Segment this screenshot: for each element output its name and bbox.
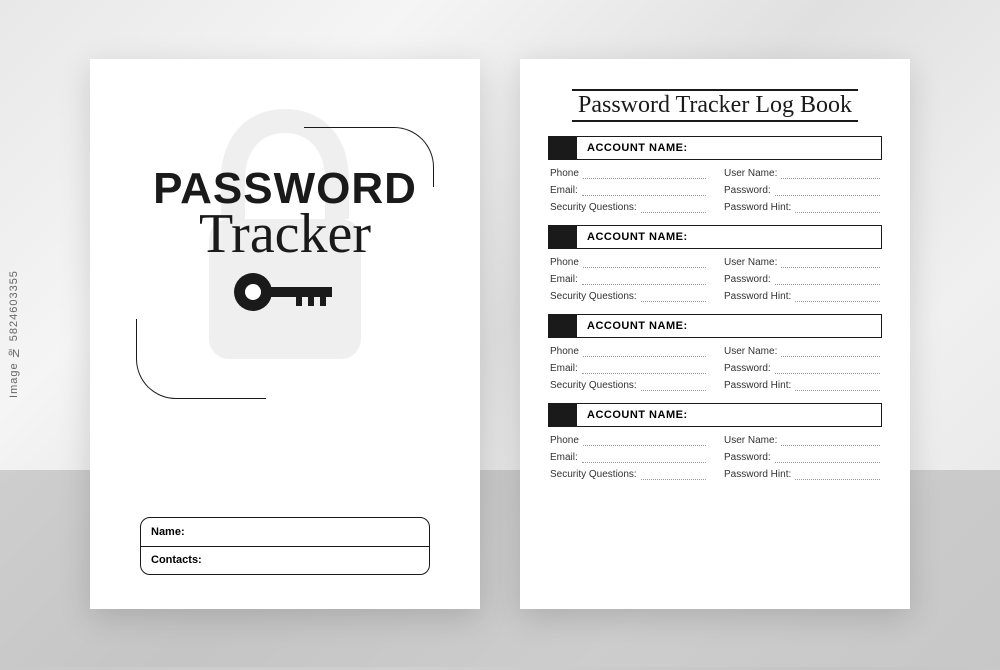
password-label: Password: — [724, 452, 771, 463]
phone-label: Phone — [550, 435, 579, 446]
email-field[interactable]: Email: — [550, 452, 706, 463]
account-name-header[interactable]: ACCOUNT NAME: — [548, 225, 882, 249]
account-name-header[interactable]: ACCOUNT NAME: — [548, 403, 882, 427]
cover-title-sub: Tracker — [118, 209, 452, 259]
owner-info-box: Name: Contacts: — [140, 517, 430, 575]
username-field[interactable]: User Name: — [724, 346, 880, 357]
account-name-label: ACCOUNT NAME: — [577, 137, 881, 159]
email-field[interactable]: Email: — [550, 185, 706, 196]
owner-contacts-row[interactable]: Contacts: — [141, 546, 429, 574]
entry-body: Phone User Name: Email: Password: Securi… — [548, 249, 882, 302]
username-label: User Name: — [724, 435, 777, 446]
email-label: Email: — [550, 452, 578, 463]
cover-title-block: PASSWORD Tracker — [118, 167, 452, 320]
account-entry: ACCOUNT NAME: Phone User Name: Email: Pa… — [548, 225, 882, 302]
phone-field[interactable]: Phone — [550, 435, 706, 446]
password-label: Password: — [724, 274, 771, 285]
email-label: Email: — [550, 274, 578, 285]
password-field[interactable]: Password: — [724, 452, 880, 463]
username-field[interactable]: User Name: — [724, 168, 880, 179]
account-name-header[interactable]: ACCOUNT NAME: — [548, 314, 882, 338]
account-name-label: ACCOUNT NAME: — [577, 226, 881, 248]
owner-name-label: Name: — [151, 526, 185, 538]
phone-field[interactable]: Phone — [550, 257, 706, 268]
entry-body: Phone User Name: Email: Password: Securi… — [548, 427, 882, 480]
email-field[interactable]: Email: — [550, 274, 706, 285]
header-block-icon — [549, 226, 577, 248]
log-title-wrap: Password Tracker Log Book — [548, 89, 882, 122]
account-name-header[interactable]: ACCOUNT NAME: — [548, 136, 882, 160]
account-entry: ACCOUNT NAME: Phone User Name: Email: Pa… — [548, 403, 882, 480]
account-name-label: ACCOUNT NAME: — [577, 315, 881, 337]
email-field[interactable]: Email: — [550, 363, 706, 374]
email-label: Email: — [550, 363, 578, 374]
hint-label: Password Hint: — [724, 202, 791, 213]
cover-art: PASSWORD Tracker — [118, 99, 452, 409]
account-name-label: ACCOUNT NAME: — [577, 404, 881, 426]
security-field[interactable]: Security Questions: — [550, 291, 706, 302]
password-field[interactable]: Password: — [724, 274, 880, 285]
password-field[interactable]: Password: — [724, 363, 880, 374]
username-label: User Name: — [724, 257, 777, 268]
security-label: Security Questions: — [550, 380, 637, 391]
phone-label: Phone — [550, 168, 579, 179]
security-field[interactable]: Security Questions: — [550, 380, 706, 391]
password-label: Password: — [724, 185, 771, 196]
security-label: Security Questions: — [550, 291, 637, 302]
watermark-text: Image № 5824603355 — [8, 270, 20, 398]
security-label: Security Questions: — [550, 202, 637, 213]
phone-label: Phone — [550, 346, 579, 357]
account-entry: ACCOUNT NAME: Phone User Name: Email: Pa… — [548, 314, 882, 391]
owner-name-row[interactable]: Name: — [141, 518, 429, 546]
username-field[interactable]: User Name: — [724, 257, 880, 268]
security-field[interactable]: Security Questions: — [550, 202, 706, 213]
email-label: Email: — [550, 185, 578, 196]
hint-label: Password Hint: — [724, 469, 791, 480]
password-field[interactable]: Password: — [724, 185, 880, 196]
username-label: User Name: — [724, 168, 777, 179]
phone-label: Phone — [550, 257, 579, 268]
owner-contacts-label: Contacts: — [151, 554, 202, 566]
phone-field[interactable]: Phone — [550, 168, 706, 179]
hint-field[interactable]: Password Hint: — [724, 202, 880, 213]
security-label: Security Questions: — [550, 469, 637, 480]
header-block-icon — [549, 404, 577, 426]
key-icon — [230, 269, 340, 320]
cover-page: PASSWORD Tracker Name: Contacts: — [90, 59, 480, 609]
entry-body: Phone User Name: Email: Password: Securi… — [548, 338, 882, 391]
log-page-title: Password Tracker Log Book — [572, 89, 858, 122]
security-field[interactable]: Security Questions: — [550, 469, 706, 480]
header-block-icon — [549, 315, 577, 337]
hint-field[interactable]: Password Hint: — [724, 291, 880, 302]
account-entry: ACCOUNT NAME: Phone User Name: Email: Pa… — [548, 136, 882, 213]
log-page: Password Tracker Log Book ACCOUNT NAME: … — [520, 59, 910, 609]
decorative-frame-bottom — [136, 319, 266, 399]
entry-body: Phone User Name: Email: Password: Securi… — [548, 160, 882, 213]
username-field[interactable]: User Name: — [724, 435, 880, 446]
password-label: Password: — [724, 363, 771, 374]
hint-field[interactable]: Password Hint: — [724, 380, 880, 391]
hint-field[interactable]: Password Hint: — [724, 469, 880, 480]
hint-label: Password Hint: — [724, 380, 791, 391]
hint-label: Password Hint: — [724, 291, 791, 302]
header-block-icon — [549, 137, 577, 159]
phone-field[interactable]: Phone — [550, 346, 706, 357]
username-label: User Name: — [724, 346, 777, 357]
